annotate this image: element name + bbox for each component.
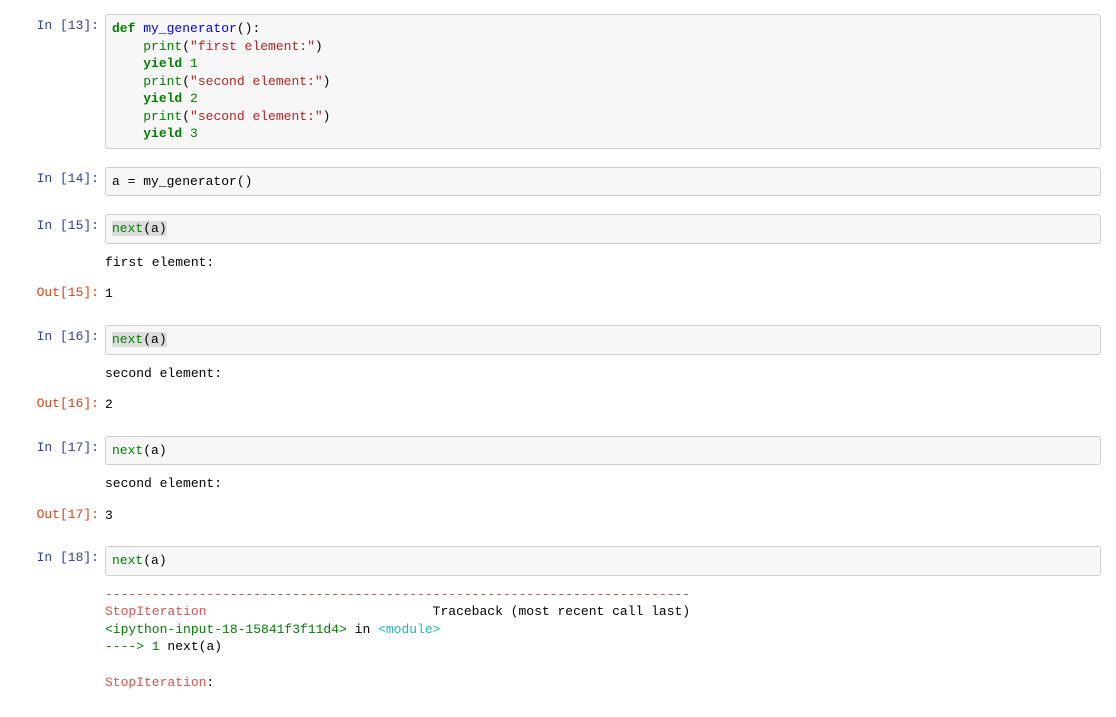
exception-name: StopIteration — [105, 604, 206, 619]
string: "first element:" — [190, 39, 315, 54]
in-prompt-16: In [16]: — [15, 325, 105, 355]
stdout-17: second element: — [10, 469, 1106, 499]
out-prompt-16: Out[16]: — [15, 392, 105, 418]
result-text: 3 — [105, 503, 1101, 529]
code-cell-16: In [16]: next(a) — [10, 323, 1106, 357]
code-cell-13: In [13]: def my_generator(): print("firs… — [10, 12, 1106, 151]
code-input-15[interactable]: next(a) — [105, 214, 1101, 244]
code-cell-18: In [18]: next(a) — [10, 544, 1106, 578]
builtin-next: next — [112, 221, 143, 236]
keyword-yield: yield — [143, 56, 182, 71]
traceback-module: <module> — [378, 622, 440, 637]
result-text: 1 — [105, 281, 1101, 307]
code-input-17[interactable]: next(a) — [105, 436, 1101, 466]
error-output-18: ----------------------------------------… — [10, 580, 1106, 693]
funcname: my_generator — [143, 174, 237, 189]
result-text: 2 — [105, 392, 1101, 418]
in-prompt-13: In [13]: — [15, 14, 105, 149]
in-prompt-14: In [14]: — [15, 167, 105, 197]
code-cell-17: In [17]: next(a) — [10, 434, 1106, 468]
stdout-text: first element: — [105, 250, 1101, 276]
traceback-label: Traceback (most recent call last) — [433, 604, 690, 619]
in-prompt-18: In [18]: — [15, 546, 105, 576]
stdout-16: second element: — [10, 359, 1106, 389]
funcname: my_generator — [143, 21, 237, 36]
keyword-def: def — [112, 21, 135, 36]
in-prompt-17: In [17]: — [15, 436, 105, 466]
output-cell-17: Out[17]: 3 — [10, 501, 1106, 531]
traceback: ----------------------------------------… — [105, 582, 1101, 691]
stdout-text: second element: — [105, 361, 1101, 387]
out-prompt-15: Out[15]: — [15, 281, 105, 307]
number: 1 — [190, 56, 198, 71]
builtin-print: print — [143, 39, 182, 54]
output-cell-16: Out[16]: 2 — [10, 390, 1106, 420]
stdout-text: second element: — [105, 471, 1101, 497]
code-input-16[interactable]: next(a) — [105, 325, 1101, 355]
separator: ----------------------------------------… — [105, 587, 690, 602]
traceback-location: <ipython-input-18-15841f3f11d4> — [105, 622, 347, 637]
builtin-next: next — [112, 443, 143, 458]
code-input-13[interactable]: def my_generator(): print("first element… — [105, 14, 1101, 149]
code-input-14[interactable]: a = my_generator() — [105, 167, 1101, 197]
builtin-next: next — [112, 332, 143, 347]
var-a: a — [112, 174, 120, 189]
builtin-next: next — [112, 553, 143, 568]
out-prompt-17: Out[17]: — [15, 503, 105, 529]
output-cell-15: Out[15]: 1 — [10, 279, 1106, 309]
code-input-18[interactable]: next(a) — [105, 546, 1101, 576]
code-cell-14: In [14]: a = my_generator() — [10, 165, 1106, 199]
in-prompt-15: In [15]: — [15, 214, 105, 244]
exception-final: StopIteration — [105, 675, 206, 690]
code-cell-15: In [15]: next(a) — [10, 212, 1106, 246]
stdout-15: first element: — [10, 248, 1106, 278]
traceback-arrow: ----> 1 — [105, 639, 160, 654]
